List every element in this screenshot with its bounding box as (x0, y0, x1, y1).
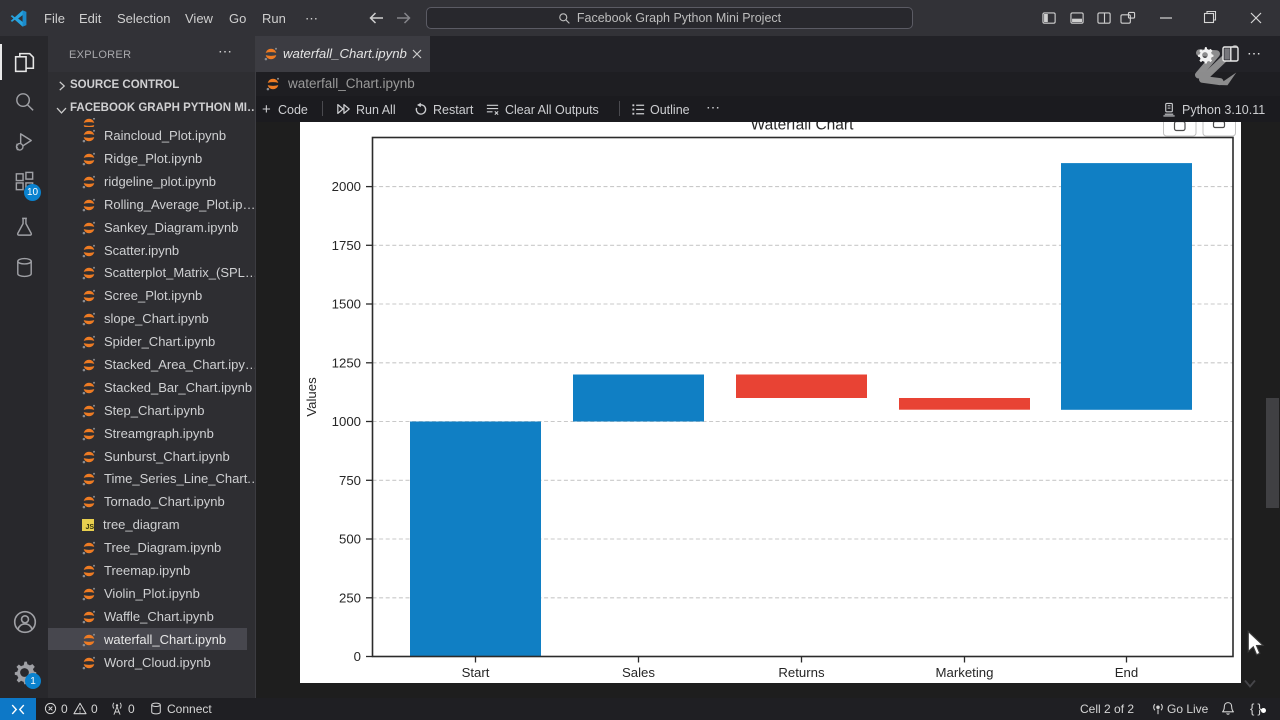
svg-text:1250: 1250 (332, 355, 361, 370)
svg-text:750: 750 (339, 473, 361, 488)
svg-text:Sales: Sales (622, 665, 655, 680)
svg-text:0: 0 (354, 649, 361, 664)
svg-text:1500: 1500 (332, 297, 361, 312)
svg-text:Waterfall Chart: Waterfall Chart (751, 122, 854, 133)
svg-text:1000: 1000 (332, 414, 361, 429)
svg-text:1750: 1750 (332, 238, 361, 253)
svg-text:Marketing: Marketing (936, 665, 994, 680)
svg-text:Start: Start (462, 665, 490, 680)
svg-text:2000: 2000 (332, 179, 361, 194)
svg-text:Returns: Returns (778, 665, 825, 680)
svg-text:250: 250 (339, 590, 361, 605)
svg-text:End: End (1115, 665, 1138, 680)
svg-text:500: 500 (339, 532, 361, 547)
svg-text:Values: Values (304, 377, 319, 417)
